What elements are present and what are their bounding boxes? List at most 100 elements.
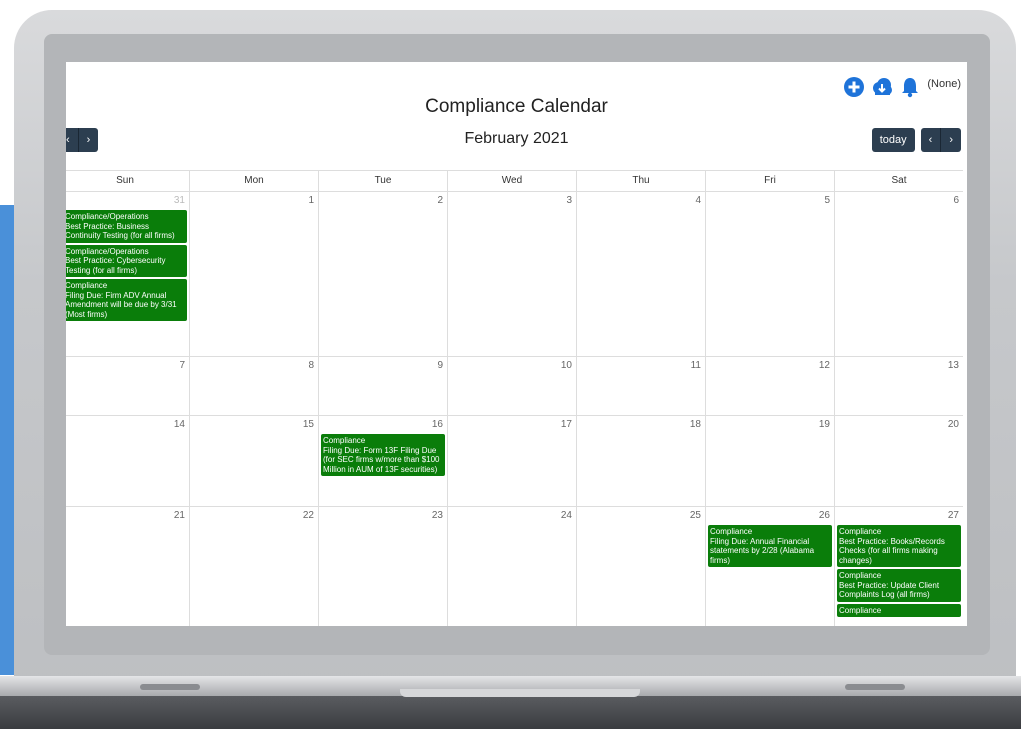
day-number[interactable]: 21 bbox=[174, 510, 185, 521]
day-number[interactable]: 22 bbox=[303, 510, 314, 521]
weekday-header: Sun Mon Tue Wed Thu Fri Sat bbox=[66, 171, 963, 192]
event-category: Compliance/Operations bbox=[66, 212, 149, 221]
day-number[interactable]: 10 bbox=[561, 360, 572, 371]
day-cell[interactable]: 17 bbox=[447, 416, 576, 506]
weekday-mon: Mon bbox=[189, 171, 318, 191]
day-cell[interactable]: 26 Compliance Filing Due: Annual Financial… bbox=[705, 507, 834, 626]
day-cell[interactable]: 23 bbox=[318, 507, 447, 626]
event-title: Best Practice: Business Continuity Testi… bbox=[66, 221, 175, 241]
day-number[interactable]: 24 bbox=[561, 510, 572, 521]
day-cell[interactable]: 18 bbox=[576, 416, 705, 506]
day-cell[interactable]: 15 bbox=[189, 416, 318, 506]
day-number[interactable]: 4 bbox=[695, 195, 701, 206]
day-number[interactable]: 31 bbox=[174, 195, 185, 206]
day-cell[interactable]: 8 bbox=[189, 357, 318, 415]
day-number[interactable]: 5 bbox=[824, 195, 830, 206]
day-cell[interactable]: 4 bbox=[576, 192, 705, 356]
event-category: Compliance/Operations bbox=[66, 246, 149, 256]
page-title: Compliance Calendar bbox=[425, 96, 608, 117]
day-cell[interactable]: 6 bbox=[834, 192, 963, 356]
calendar-event[interactable]: Compliance bbox=[837, 603, 961, 617]
today-button[interactable]: today bbox=[871, 128, 915, 152]
event-category: Compliance bbox=[66, 281, 108, 290]
day-number[interactable]: 18 bbox=[690, 419, 701, 430]
day-cell[interactable]: 12 bbox=[705, 357, 834, 415]
event-category: Compliance bbox=[839, 605, 882, 615]
laptop-foot-right bbox=[845, 684, 905, 690]
day-number[interactable]: 15 bbox=[303, 419, 314, 430]
day-number[interactable]: 19 bbox=[819, 419, 830, 430]
calendar-event[interactable]: Compliance Filing Due: Firm ADV Annual Am… bbox=[66, 279, 187, 321]
day-cell[interactable]: 10 bbox=[447, 357, 576, 415]
next-month-button[interactable]: › bbox=[940, 128, 961, 152]
weekday-fri: Fri bbox=[705, 171, 834, 191]
day-cell[interactable]: 7 bbox=[66, 357, 189, 415]
weekday-sat: Sat bbox=[834, 171, 963, 191]
event-list: Compliance Best Practice: Books/Records C… bbox=[837, 525, 961, 617]
calendar-event[interactable]: Compliance Best Practice: Update Client C… bbox=[837, 569, 961, 602]
day-cell[interactable]: 14 bbox=[66, 416, 189, 506]
day-cell[interactable]: 22 bbox=[189, 507, 318, 626]
day-number[interactable]: 20 bbox=[948, 419, 959, 430]
day-number[interactable]: 14 bbox=[174, 419, 185, 430]
day-cell[interactable]: 19 bbox=[705, 416, 834, 506]
day-cell[interactable]: 2 bbox=[318, 192, 447, 356]
add-event-icon[interactable] bbox=[843, 76, 865, 98]
day-number[interactable]: 6 bbox=[953, 195, 959, 206]
day-cell[interactable]: 3 bbox=[447, 192, 576, 356]
event-title: Filing Due: Annual Financial statements … bbox=[710, 536, 815, 565]
day-number[interactable]: 7 bbox=[179, 360, 185, 371]
laptop-base-bottom bbox=[0, 696, 1021, 729]
day-number[interactable]: 27 bbox=[948, 510, 959, 521]
day-number[interactable]: 2 bbox=[437, 195, 443, 206]
day-number[interactable]: 16 bbox=[432, 419, 443, 430]
day-cell[interactable]: 25 bbox=[576, 507, 705, 626]
event-title: Filing Due: Firm ADV Annual Amendment wi… bbox=[66, 290, 177, 319]
day-cell[interactable]: 31 Compliance/Operations Best Practice: Bu… bbox=[66, 192, 189, 356]
event-list: Compliance/Operations Best Practice: Busi… bbox=[66, 210, 187, 321]
day-cell[interactable]: 9 bbox=[318, 357, 447, 415]
calendar-event[interactable]: Compliance Filing Due: Annual Financial s… bbox=[708, 525, 832, 567]
day-number[interactable]: 3 bbox=[566, 195, 572, 206]
day-cell[interactable]: 16 Compliance Filing Due: Form 13F Filing … bbox=[318, 416, 447, 506]
prev-next-group: ‹ › bbox=[920, 128, 961, 152]
day-cell[interactable]: 27 Compliance Best Practice: Books/Records… bbox=[834, 507, 963, 626]
day-cell[interactable]: 20 bbox=[834, 416, 963, 506]
day-cell[interactable]: 11 bbox=[576, 357, 705, 415]
calendar-event[interactable]: Compliance Best Practice: Books/Records C… bbox=[837, 525, 961, 567]
day-number[interactable]: 12 bbox=[819, 360, 830, 371]
day-cell[interactable]: 21 bbox=[66, 507, 189, 626]
weekday-wed: Wed bbox=[447, 171, 576, 191]
day-number[interactable]: 26 bbox=[819, 510, 830, 521]
cloud-download-icon[interactable] bbox=[871, 76, 893, 98]
day-number[interactable]: 8 bbox=[308, 360, 314, 371]
day-cell[interactable]: 5 bbox=[705, 192, 834, 356]
prev-month-button[interactable]: ‹ bbox=[920, 128, 941, 152]
week-row: 7 8 9 10 11 12 13 bbox=[66, 357, 963, 416]
day-number[interactable]: 1 bbox=[308, 195, 314, 206]
day-number[interactable]: 23 bbox=[432, 510, 443, 521]
day-number[interactable]: 9 bbox=[437, 360, 443, 371]
week-row: 31 Compliance/Operations Best Practice: Bu… bbox=[66, 192, 963, 357]
day-number[interactable]: 11 bbox=[691, 360, 701, 371]
calendar-event[interactable]: Compliance Filing Due: Form 13F Filing Du… bbox=[321, 434, 445, 476]
calendar-event[interactable]: Compliance/Operations Best Practice: Busi… bbox=[66, 210, 187, 243]
prev-button[interactable]: ‹ bbox=[66, 128, 78, 152]
event-category: Compliance bbox=[839, 571, 882, 580]
day-cell[interactable]: 24 bbox=[447, 507, 576, 626]
day-number[interactable]: 17 bbox=[561, 419, 572, 430]
laptop-notch bbox=[400, 689, 640, 697]
weekday-tue: Tue bbox=[318, 171, 447, 191]
bell-icon[interactable] bbox=[899, 76, 921, 98]
event-list: Compliance Filing Due: Form 13F Filing Du… bbox=[321, 434, 445, 476]
laptop-foot-left bbox=[140, 684, 200, 690]
next-button[interactable]: › bbox=[77, 128, 99, 152]
calendar-event[interactable]: Compliance/Operations Best Practice: Cybe… bbox=[66, 244, 187, 277]
weekday-thu: Thu bbox=[576, 171, 705, 191]
day-number[interactable]: 25 bbox=[690, 510, 701, 521]
day-cell[interactable]: 13 bbox=[834, 357, 963, 415]
filter-label[interactable]: (None) bbox=[927, 78, 961, 90]
day-cell[interactable]: 1 bbox=[189, 192, 318, 356]
event-category: Compliance bbox=[323, 436, 366, 445]
day-number[interactable]: 13 bbox=[948, 360, 959, 371]
